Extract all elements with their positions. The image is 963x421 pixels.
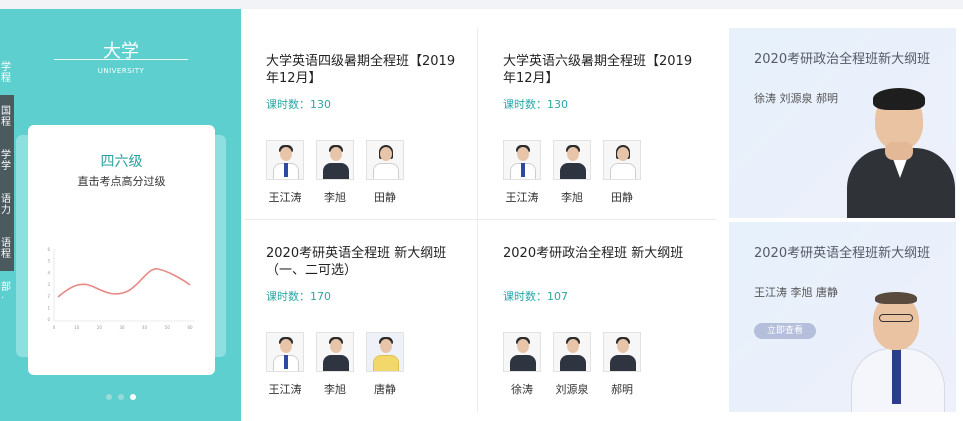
- teacher-name: 李旭: [324, 191, 346, 204]
- x-tick-label: 40: [142, 325, 148, 330]
- teacher-avatar: [266, 332, 304, 372]
- side-tab-3[interactable]: 学学: [0, 139, 14, 183]
- teacher-item[interactable]: 田静: [603, 140, 641, 205]
- teacher-avatar: [503, 140, 541, 180]
- y-tick-label: 5: [47, 259, 50, 264]
- teacher-list: 王江涛 李旭 田静: [266, 140, 404, 205]
- score-curve: [57, 268, 191, 298]
- side-tab-6[interactable]: 部·: [0, 271, 14, 315]
- side-tab-1[interactable]: 学程: [0, 51, 14, 95]
- teacher-item[interactable]: 李旭: [316, 140, 354, 205]
- teacher-avatar: [553, 140, 591, 180]
- teacher-item[interactable]: 郝明: [603, 332, 641, 397]
- teacher-list: 王江涛 李旭 唐静: [266, 332, 404, 397]
- promo-card-english[interactable]: 2020考研英语全程班新大纲班 王江涛 李旭 唐静 立即查看: [729, 222, 956, 412]
- teacher-avatar: [503, 332, 541, 372]
- side-tab-5[interactable]: 语程: [0, 227, 14, 271]
- course-hours: 课时数：130: [503, 98, 568, 111]
- promo-teachers: 徐涛 刘源泉 郝明: [754, 92, 838, 105]
- teacher-avatar: [366, 332, 404, 372]
- teacher-item[interactable]: 李旭: [553, 140, 591, 205]
- teacher-list: 王江涛 李旭 田静: [503, 140, 641, 205]
- side-tab-2[interactable]: 国程: [0, 95, 14, 139]
- course-title[interactable]: 2020考研政治全程班 新大纲班: [503, 245, 698, 262]
- teacher-name: 唐静: [374, 383, 396, 396]
- teacher-item[interactable]: 唐静: [366, 332, 404, 397]
- teacher-item[interactable]: 王江涛: [503, 140, 541, 205]
- teacher-name: 王江涛: [268, 383, 302, 396]
- category-panel: 大学 UNIVERSITY 学程 国程 学学 语力 语程 部· 四六级 直击考点…: [0, 9, 241, 421]
- teacher-name: 李旭: [324, 383, 346, 396]
- side-tabs: 学程 国程 学学 语力 语程 部·: [0, 51, 14, 315]
- side-tab-4[interactable]: 语力: [0, 183, 14, 227]
- course-card-cet6[interactable]: 大学英语六级暑期全程班【2019年12月】 课时数：130 王江涛 李旭 田静: [478, 30, 714, 230]
- teacher-name: 王江涛: [505, 191, 539, 204]
- x-tick-label: 0: [53, 325, 56, 330]
- top-strip: [0, 0, 963, 9]
- course-card-cet4[interactable]: 大学英语四级暑期全程班【2019年12月】 课时数：130 王江涛 李旭 田静: [241, 30, 477, 230]
- carousel-dots: [106, 394, 136, 400]
- y-tick-label: 4: [47, 270, 50, 275]
- teacher-name: 田静: [374, 191, 396, 204]
- score-curve-chart: 6543210 0 10 20 30 40 50 60: [47, 247, 194, 330]
- teacher-portrait: [847, 288, 947, 412]
- view-now-button[interactable]: 立即查看: [754, 323, 816, 339]
- teacher-item[interactable]: 田静: [366, 140, 404, 205]
- promo-card-politics[interactable]: 2020考研政治全程班新大纲班 徐涛 刘源泉 郝明: [729, 28, 956, 218]
- x-tick-label: 50: [165, 325, 171, 330]
- carousel-dot-2[interactable]: [118, 394, 124, 400]
- promo-title[interactable]: 2020考研英语全程班新大纲班: [754, 245, 939, 262]
- teacher-item[interactable]: 王江涛: [266, 140, 304, 205]
- teacher-name: 王江涛: [268, 191, 302, 204]
- y-tick-label: 2: [47, 294, 50, 299]
- category-subtitle: UNIVERSITY: [97, 67, 145, 75]
- y-tick-label: 3: [47, 282, 50, 287]
- teacher-avatar: [366, 140, 404, 180]
- teacher-item[interactable]: 李旭: [316, 332, 354, 397]
- course-title[interactable]: 2020考研英语全程班 新大纲班（一、二可选）: [266, 245, 461, 279]
- x-tick-label: 60: [187, 325, 193, 330]
- teacher-avatar: [266, 140, 304, 180]
- teacher-list: 徐涛 刘源泉 郝明: [503, 332, 641, 397]
- teacher-avatar: [603, 140, 641, 180]
- card-title: 四六级: [100, 154, 143, 170]
- course-hours: 课时数：130: [266, 98, 331, 111]
- course-hours: 课时数：170: [266, 290, 331, 303]
- carousel-dot-1[interactable]: [106, 394, 112, 400]
- y-tick-label: 0: [47, 317, 50, 322]
- teacher-avatar: [316, 140, 354, 180]
- x-tick-label: 20: [97, 325, 103, 330]
- course-card-kaoyan-politics[interactable]: 2020考研政治全程班 新大纲班 课时数：107 徐涛 刘源泉 郝明: [478, 222, 714, 421]
- course-title[interactable]: 大学英语四级暑期全程班【2019年12月】: [266, 53, 461, 87]
- course-hours: 课时数：107: [503, 290, 568, 303]
- y-tick-label: 1: [47, 305, 50, 310]
- teacher-item[interactable]: 刘源泉: [553, 332, 591, 397]
- y-tick-label: 6: [47, 247, 50, 252]
- teacher-name: 田静: [611, 191, 633, 204]
- promo-teachers: 王江涛 李旭 唐静: [754, 286, 838, 299]
- course-card-kaoyan-english[interactable]: 2020考研英语全程班 新大纲班（一、二可选） 课时数：170 王江涛 李旭 唐…: [241, 222, 477, 421]
- teacher-avatar: [603, 332, 641, 372]
- teacher-name: 徐涛: [511, 383, 533, 396]
- teacher-item[interactable]: 王江涛: [266, 332, 304, 397]
- card-subtitle: 直击考点高分过级: [77, 175, 166, 188]
- teacher-name: 郝明: [611, 383, 633, 396]
- course-title[interactable]: 大学英语六级暑期全程班【2019年12月】: [503, 53, 698, 87]
- teacher-name: 李旭: [561, 191, 583, 204]
- teacher-name: 刘源泉: [555, 383, 589, 396]
- carousel-dot-3[interactable]: [130, 394, 136, 400]
- course-showcase: 大学 UNIVERSITY 学程 国程 学学 语力 语程 部· 四六级 直击考点…: [0, 0, 963, 421]
- cet-card[interactable]: 四六级 直击考点高分过级 6543210 0 10 20 30 40 50 60: [28, 125, 215, 375]
- teacher-portrait: [845, 84, 956, 218]
- teacher-avatar: [316, 332, 354, 372]
- promo-title[interactable]: 2020考研政治全程班新大纲班: [754, 51, 939, 68]
- teacher-avatar: [553, 332, 591, 372]
- title-divider: [54, 59, 188, 60]
- x-tick-label: 30: [119, 325, 125, 330]
- teacher-item[interactable]: 徐涛: [503, 332, 541, 397]
- x-tick-label: 10: [74, 325, 80, 330]
